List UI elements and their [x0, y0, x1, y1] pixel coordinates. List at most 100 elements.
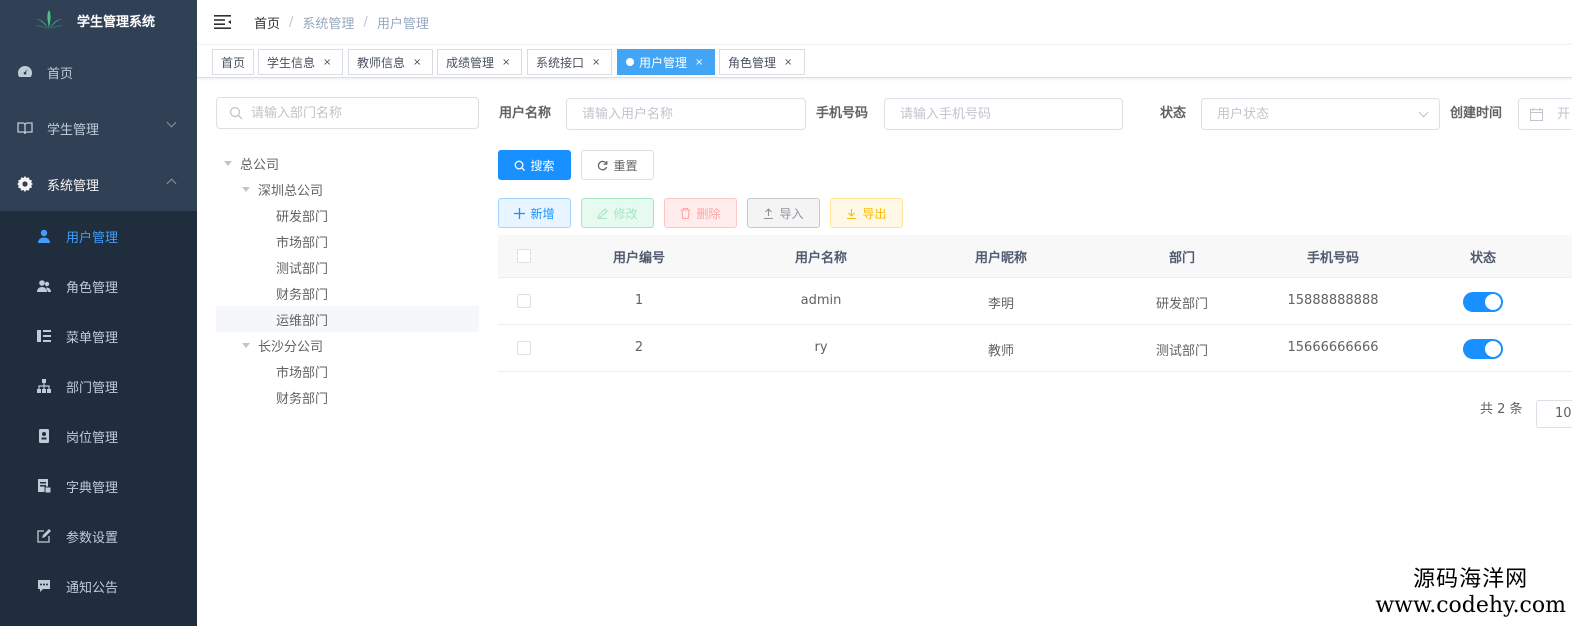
sidebar-item-system-mgmt[interactable]: 系统管理: [0, 156, 197, 212]
tree-node[interactable]: 市场部门: [216, 228, 479, 254]
tree-node[interactable]: 市场部门: [216, 358, 479, 384]
breadcrumb-home[interactable]: 首页: [254, 13, 280, 32]
tree-node-label: 深圳总公司: [258, 183, 324, 199]
tree-node-current[interactable]: 运维部门: [216, 306, 479, 332]
cell-phone: 15888888888: [1287, 293, 1379, 308]
column-header: 用户昵称: [974, 250, 1027, 266]
sidebar-item-label: 角色管理: [66, 280, 119, 296]
tree-node[interactable]: 研发部门: [216, 202, 479, 228]
table-row[interactable]: 1 admin 李明 研发部门 15888888888: [498, 278, 1572, 325]
sidebar-item-home[interactable]: 首页: [0, 44, 197, 100]
column-header: 状态: [1469, 250, 1496, 266]
caret-down-icon[interactable]: [242, 342, 250, 348]
logo-icon: [34, 10, 64, 29]
tag-label: 系统接口: [536, 55, 585, 70]
status-select[interactable]: [1201, 98, 1440, 130]
import-button[interactable]: 导入: [747, 198, 820, 228]
tag-teacher-info[interactable]: 教师信息 ×: [348, 49, 433, 75]
tree-node[interactable]: 测试部门: [216, 254, 479, 280]
close-icon[interactable]: ×: [695, 57, 703, 68]
system-submenu: 用户管理 角色管理 菜单管理 部门管理 岗位管理 字典管理 参数设置 通知公告: [0, 211, 197, 626]
tree-node[interactable]: 财务部门: [216, 384, 479, 410]
cell-dept: 研发部门: [1155, 297, 1208, 312]
sidebar: 学生管理系统 首页 学生管理 系统管理 用户管理 角色管理 菜单管理 部门管理 …: [0, 0, 197, 626]
search-icon: [514, 160, 526, 171]
phone-input[interactable]: [900, 106, 1122, 122]
close-icon[interactable]: ×: [784, 57, 792, 68]
close-icon[interactable]: ×: [413, 57, 421, 68]
phone-field[interactable]: [884, 98, 1123, 130]
sidebar-item-dict-mgmt[interactable]: 字典管理: [0, 461, 197, 511]
reset-button[interactable]: 重置: [581, 150, 654, 180]
sidebar-item-student-mgmt[interactable]: 学生管理: [0, 100, 197, 156]
column-header: 用户编号: [612, 250, 665, 266]
sidebar-item-label: 岗位管理: [66, 430, 119, 446]
close-icon[interactable]: ×: [502, 57, 510, 68]
row-checkbox[interactable]: [517, 294, 531, 308]
page-size-select[interactable]: 10: [1536, 400, 1572, 428]
table-row[interactable]: 2 ry 教师 测试部门 15666666666: [498, 325, 1572, 372]
close-icon[interactable]: ×: [323, 57, 331, 68]
tree-node-label: 财务部门: [276, 391, 329, 407]
sidebar-item-user-mgmt[interactable]: 用户管理: [0, 211, 197, 261]
download-icon: [846, 208, 857, 219]
status-switch[interactable]: [1463, 292, 1503, 312]
close-icon[interactable]: ×: [592, 57, 600, 68]
row-checkbox[interactable]: [517, 341, 531, 355]
tree-node[interactable]: 长沙分公司: [216, 332, 479, 358]
chevron-up-icon: [166, 178, 177, 189]
tag-system-api[interactable]: 系统接口 ×: [527, 49, 612, 75]
username-field[interactable]: [566, 98, 806, 130]
tag-home[interactable]: 首页: [212, 49, 254, 75]
sidebar-item-label: 首页: [47, 66, 74, 82]
tag-student-info[interactable]: 学生信息 ×: [258, 49, 343, 75]
tree-node-label: 总公司: [240, 157, 280, 173]
message-icon: [36, 578, 52, 594]
tag-user-mgmt[interactable]: 用户管理 ×: [617, 49, 715, 75]
sidebar-item-menu-mgmt[interactable]: 菜单管理: [0, 311, 197, 361]
tree-node[interactable]: 财务部门: [216, 280, 479, 306]
search-icon: [229, 106, 243, 120]
tag-score-mgmt[interactable]: 成绩管理 ×: [437, 49, 522, 75]
navbar: 首页 / 系统管理 / 用户管理: [197, 0, 1572, 44]
created-time-picker[interactable]: [1518, 98, 1572, 130]
sidebar-item-config[interactable]: 参数设置: [0, 511, 197, 561]
export-button[interactable]: 导出: [830, 198, 903, 228]
add-button[interactable]: 新增: [498, 198, 571, 228]
sidebar-item-notice[interactable]: 通知公告: [0, 561, 197, 611]
tree-node[interactable]: 总公司: [216, 150, 479, 176]
select-all-checkbox[interactable]: [517, 249, 531, 263]
edit-button[interactable]: 修改: [581, 198, 654, 228]
chevron-down-icon: [166, 117, 177, 128]
watermark: 源码海洋网 www.codehy.com: [1375, 561, 1566, 618]
column-header: 部门: [1168, 250, 1195, 266]
plus-icon: [514, 207, 526, 219]
tag-role-mgmt[interactable]: 角色管理 ×: [719, 49, 805, 75]
caret-down-icon[interactable]: [224, 160, 232, 166]
hamburger-icon[interactable]: [214, 15, 231, 29]
status-switch[interactable]: [1463, 339, 1503, 359]
gear-icon: [17, 176, 33, 192]
tag-label: 学生信息: [267, 55, 316, 70]
tree-node[interactable]: 深圳总公司: [216, 176, 479, 202]
created-time-start-input[interactable]: [1557, 106, 1572, 122]
cell-nickname: 教师: [987, 344, 1014, 359]
status-select-input[interactable]: [1217, 106, 1439, 122]
tree-node-label: 测试部门: [276, 261, 329, 277]
caret-down-icon[interactable]: [242, 186, 250, 192]
dept-search-input[interactable]: [251, 105, 478, 121]
refresh-icon: [597, 160, 608, 171]
sidebar-logo[interactable]: 学生管理系统: [0, 0, 197, 40]
sidebar-item-dept-mgmt[interactable]: 部门管理: [0, 361, 197, 411]
app-title: 学生管理系统: [77, 14, 156, 30]
sidebar-item-post-mgmt[interactable]: 岗位管理: [0, 411, 197, 461]
column-header: 用户名称: [794, 250, 847, 266]
table-header: 用户编号 用户名称 用户昵称 部门 手机号码 状态: [498, 235, 1572, 278]
status-label: 状态: [1160, 106, 1187, 121]
dept-search-field[interactable]: [216, 97, 479, 129]
sidebar-item-role-mgmt[interactable]: 角色管理: [0, 261, 197, 311]
delete-button[interactable]: 删除: [664, 198, 737, 228]
dict-icon: [36, 478, 52, 494]
username-input[interactable]: [582, 106, 805, 122]
search-button[interactable]: 搜索: [498, 150, 571, 180]
